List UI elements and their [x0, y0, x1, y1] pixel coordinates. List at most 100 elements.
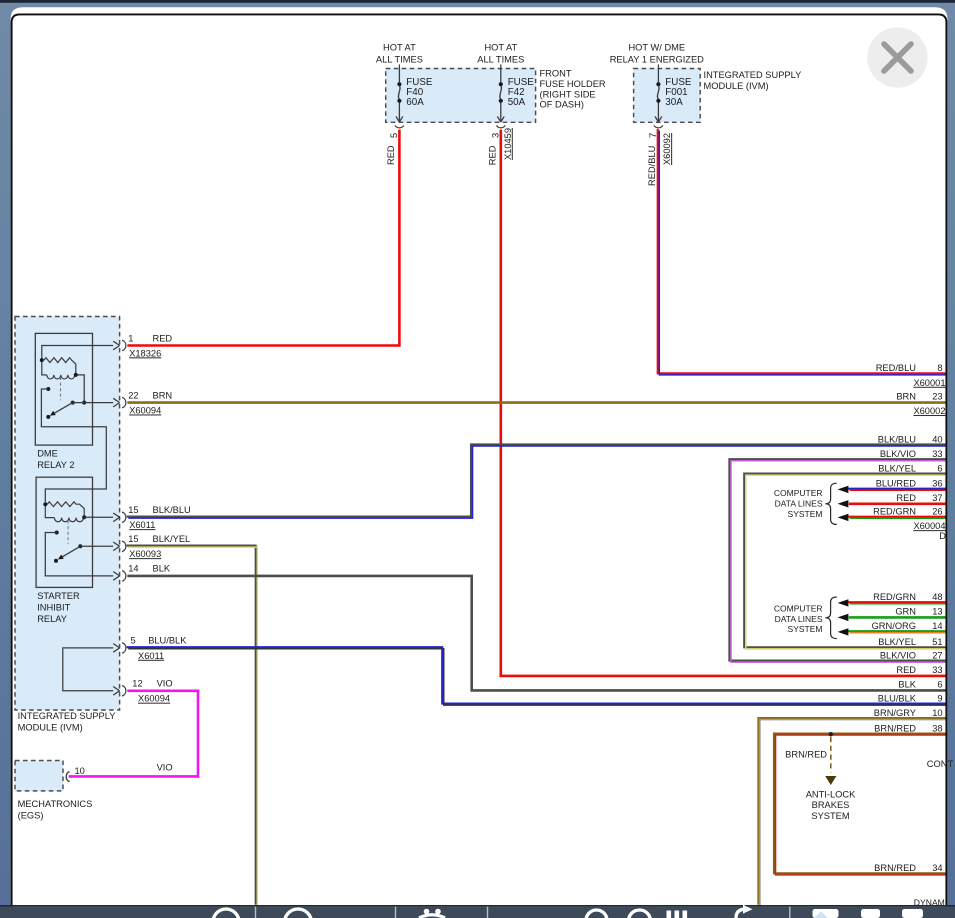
- svg-text:6: 6: [937, 464, 942, 474]
- svg-text:BRN/RED: BRN/RED: [874, 723, 916, 733]
- svg-text:RED/GRN: RED/GRN: [873, 507, 916, 517]
- svg-text:RELAY 1 ENERGIZED: RELAY 1 ENERGIZED: [610, 55, 704, 65]
- svg-text:(RIGHT SIDE: (RIGHT SIDE: [540, 89, 596, 99]
- svg-text:23: 23: [932, 392, 942, 402]
- svg-text:GRN/ORG: GRN/ORG: [872, 621, 916, 631]
- svg-text:BLK/YEL: BLK/YEL: [878, 464, 916, 474]
- svg-text:X60093: X60093: [129, 549, 161, 559]
- svg-text:INTEGRATED SUPPLY: INTEGRATED SUPPLY: [18, 711, 116, 721]
- svg-text:X60092: X60092: [662, 133, 672, 165]
- svg-text:10: 10: [75, 766, 85, 776]
- svg-text:CONT: CONT: [927, 759, 954, 769]
- svg-text:15: 15: [128, 505, 138, 515]
- svg-text:COMPUTER: COMPUTER: [774, 488, 823, 498]
- svg-text:X60094: X60094: [129, 406, 161, 416]
- svg-text:STARTER: STARTER: [37, 591, 80, 601]
- svg-text:X10459: X10459: [503, 128, 513, 160]
- svg-text:HOT W/ DME: HOT W/ DME: [628, 43, 685, 53]
- svg-text:BLK/VIO: BLK/VIO: [880, 449, 916, 459]
- svg-text:38: 38: [932, 723, 942, 733]
- svg-text:RED: RED: [153, 333, 173, 343]
- svg-text:ANTI-LOCK: ANTI-LOCK: [806, 789, 856, 799]
- svg-text:SYSTEM: SYSTEM: [788, 509, 823, 519]
- svg-text:BRN/GRY: BRN/GRY: [874, 708, 916, 718]
- svg-text:VIO: VIO: [157, 679, 173, 689]
- svg-text:MECHATRONICS: MECHATRONICS: [18, 799, 93, 809]
- svg-text:DME: DME: [37, 449, 58, 459]
- svg-text:5: 5: [131, 636, 136, 646]
- svg-text:MODULE (IVM): MODULE (IVM): [18, 722, 83, 732]
- svg-text:DATA LINES: DATA LINES: [775, 614, 823, 624]
- svg-text:34: 34: [932, 863, 942, 873]
- svg-text:3: 3: [490, 133, 500, 138]
- svg-text:30A: 30A: [665, 97, 683, 108]
- svg-text:RED/BLU: RED/BLU: [647, 146, 657, 186]
- svg-text:12: 12: [132, 679, 142, 689]
- svg-text:HOT AT: HOT AT: [484, 43, 517, 53]
- svg-text:BRAKES: BRAKES: [812, 800, 850, 810]
- svg-text:(EGS): (EGS): [18, 811, 44, 821]
- svg-text:33: 33: [932, 449, 942, 459]
- svg-text:48: 48: [932, 592, 942, 602]
- svg-text:MODULE (IVM): MODULE (IVM): [704, 81, 769, 91]
- svg-text:RED/GRN: RED/GRN: [873, 592, 916, 602]
- svg-text:14: 14: [932, 621, 942, 631]
- svg-text:6: 6: [937, 680, 942, 690]
- svg-text:BLK/YEL: BLK/YEL: [153, 534, 191, 544]
- svg-text:8: 8: [937, 363, 942, 373]
- svg-text:X60094: X60094: [138, 694, 170, 704]
- svg-text:13: 13: [932, 607, 942, 617]
- svg-text:OF DASH): OF DASH): [540, 100, 584, 110]
- svg-text:SYSTEM: SYSTEM: [788, 624, 823, 634]
- svg-text:X60001: X60001: [913, 378, 945, 388]
- svg-text:BLK/YEL: BLK/YEL: [878, 637, 916, 647]
- svg-text:5: 5: [389, 133, 399, 138]
- svg-text:BRN: BRN: [153, 390, 173, 400]
- svg-text:RED: RED: [896, 493, 916, 503]
- svg-text:26: 26: [932, 507, 942, 517]
- svg-text:BLU/BLK: BLU/BLK: [148, 636, 187, 646]
- svg-text:X6011: X6011: [138, 651, 164, 661]
- svg-text:X18326: X18326: [129, 348, 161, 358]
- svg-text:BLK/VIO: BLK/VIO: [880, 651, 916, 661]
- svg-text:X6011: X6011: [129, 520, 155, 530]
- svg-text:RED: RED: [386, 145, 396, 165]
- svg-text:BRN/RED: BRN/RED: [785, 749, 827, 759]
- svg-text:INHIBIT: INHIBIT: [37, 602, 70, 612]
- svg-text:ALL TIMES: ALL TIMES: [477, 55, 524, 65]
- svg-text:RED/BLU: RED/BLU: [876, 363, 916, 373]
- svg-text:10: 10: [932, 708, 942, 718]
- svg-text:SYSTEM: SYSTEM: [811, 811, 849, 821]
- svg-text:FUSE HOLDER: FUSE HOLDER: [540, 79, 606, 89]
- svg-text:33: 33: [932, 665, 942, 675]
- svg-text:X60002: X60002: [913, 406, 945, 416]
- svg-text:40: 40: [932, 434, 942, 444]
- svg-text:RED: RED: [896, 665, 916, 675]
- svg-text:BLU/RED: BLU/RED: [876, 479, 917, 489]
- svg-text:37: 37: [932, 493, 942, 503]
- svg-text:22: 22: [128, 390, 138, 400]
- svg-text:RELAY 2: RELAY 2: [37, 460, 74, 470]
- svg-text:BLK/BLU: BLK/BLU: [878, 434, 916, 444]
- svg-text:27: 27: [932, 651, 942, 661]
- svg-text:60A: 60A: [406, 97, 424, 108]
- svg-text:RED: RED: [487, 145, 497, 165]
- svg-text:RELAY: RELAY: [37, 614, 67, 624]
- svg-text:BLK/BLU: BLK/BLU: [153, 505, 191, 515]
- svg-text:BLU/BLK: BLU/BLK: [878, 694, 917, 704]
- svg-text:14: 14: [128, 564, 138, 574]
- svg-text:ALL TIMES: ALL TIMES: [376, 55, 423, 65]
- svg-text:BRN: BRN: [896, 392, 916, 402]
- svg-text:GRN: GRN: [895, 607, 916, 617]
- svg-text:BRN/RED: BRN/RED: [874, 863, 916, 873]
- svg-text:HOT AT: HOT AT: [383, 43, 416, 53]
- svg-text:BLK: BLK: [153, 564, 171, 574]
- svg-text:VIO: VIO: [157, 762, 173, 772]
- svg-text:9: 9: [937, 694, 942, 704]
- svg-text:DATA LINES: DATA LINES: [775, 499, 823, 509]
- svg-text:FRONT: FRONT: [540, 69, 572, 79]
- svg-text:BLK: BLK: [898, 680, 916, 690]
- svg-text:INTEGRATED SUPPLY: INTEGRATED SUPPLY: [704, 70, 802, 80]
- svg-text:1: 1: [128, 333, 133, 343]
- svg-text:COMPUTER: COMPUTER: [774, 603, 823, 613]
